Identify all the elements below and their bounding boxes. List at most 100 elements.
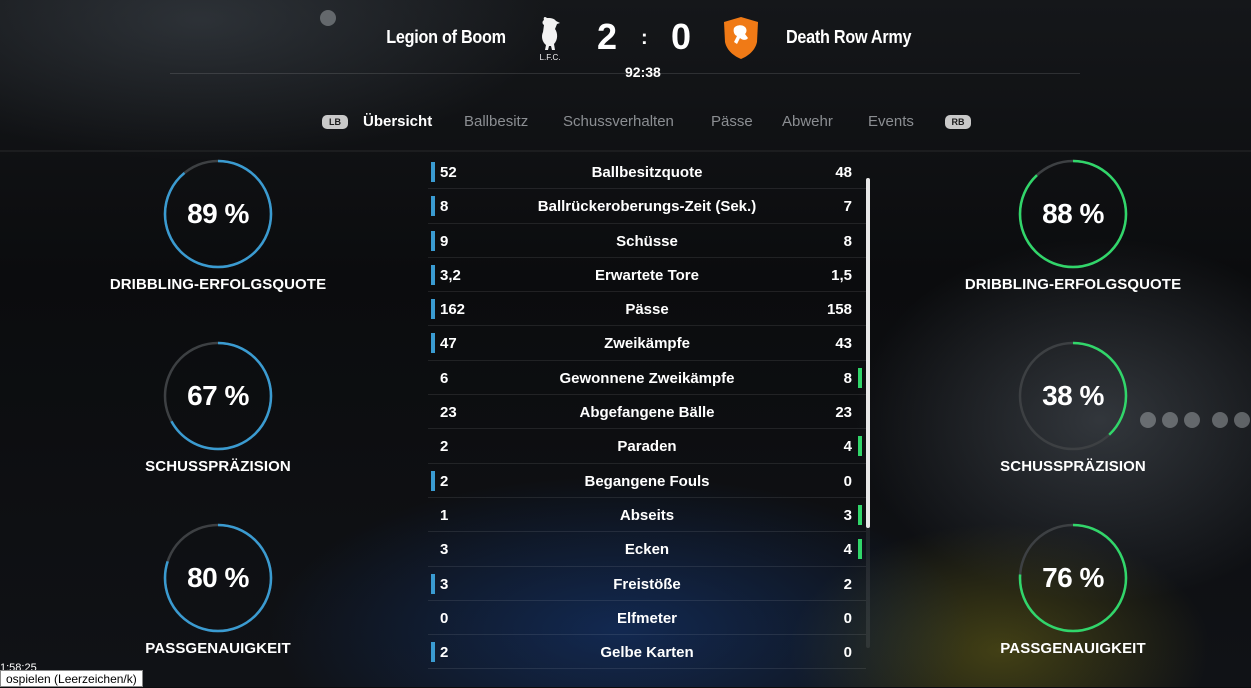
stat-name: Elfmeter xyxy=(616,609,678,627)
table-row: 3 Ecken 4 xyxy=(428,532,866,567)
ring-chart: 89 % xyxy=(163,159,273,269)
table-row: 0 Elfmeter 0 xyxy=(428,601,866,636)
home-value: 9 xyxy=(440,232,449,250)
tab-overview[interactable]: Übersicht xyxy=(363,113,432,130)
table-row: 23 Abgefangene Bälle 23 xyxy=(428,395,866,430)
home-team-name: Legion of Boom xyxy=(386,27,506,47)
away-value: 7 xyxy=(843,198,852,216)
ring-value: 38 % xyxy=(1042,380,1104,411)
svg-text:L.F.C.: L.F.C. xyxy=(540,53,561,62)
away-value: 3 xyxy=(843,506,852,524)
away-lead-marker xyxy=(858,539,862,560)
ring-label: DRIBBLING-ERFOLGSQUOTE xyxy=(109,276,327,293)
table-row: 47 Zweikämpfe 43 xyxy=(428,326,866,361)
home-lead-marker xyxy=(431,470,435,491)
stat-name: Schüsse xyxy=(616,232,678,250)
home-value: 52 xyxy=(440,164,457,181)
away-value: 0 xyxy=(843,644,852,662)
stat-name: Zweikämpfe xyxy=(604,335,690,353)
table-row: 162 Pässe 158 xyxy=(428,292,866,327)
home-value: 6 xyxy=(440,369,449,387)
ring-label: SCHUSSPRÄZISION xyxy=(1000,458,1146,475)
home-lead-marker xyxy=(431,333,435,354)
ring-label: SCHUSSPRÄZISION xyxy=(145,458,291,475)
table-row: 52 Ballbesitzquote 48 xyxy=(428,155,866,190)
ring-label: DRIBBLING-ERFOLGSQUOTE xyxy=(964,276,1182,293)
stat-name: Erwartete Tore xyxy=(595,266,699,284)
table-row: 8 Ballrückeroberungs-Zeit (Sek.) 7 xyxy=(428,189,866,224)
home-value: 23 xyxy=(440,404,457,422)
away-value: 2 xyxy=(843,575,852,593)
away-value: 8 xyxy=(843,369,852,387)
home-value: 2 xyxy=(440,472,449,490)
match-clock: 92:38 xyxy=(625,64,661,80)
home-lead-marker xyxy=(431,642,435,663)
away-value: 23 xyxy=(835,404,852,422)
ring-chart: 88 % xyxy=(1018,159,1128,269)
home-value: 2 xyxy=(440,644,449,662)
away-value: 48 xyxy=(835,164,852,181)
ring-label: PASSGENAUIGKEIT xyxy=(1000,640,1146,657)
stat-name: Ballbesitzquote xyxy=(591,164,703,181)
home-lead-marker xyxy=(431,264,435,285)
away-score: 0 xyxy=(671,16,692,57)
liverbird-crest-icon: L.F.C. xyxy=(540,16,561,62)
ring-value: 76 % xyxy=(1042,562,1104,593)
scrollbar-thumb[interactable] xyxy=(866,178,870,528)
stat-name: Pässe xyxy=(625,301,669,319)
left-bumper-icon[interactable]: LB xyxy=(322,115,348,129)
home-value: 1 xyxy=(440,506,449,524)
match-header: Legion of Boom L.F.C. 2 : 0 Death Row Ar… xyxy=(0,0,1251,90)
stat-name: Abgefangene Bälle xyxy=(579,404,715,422)
stat-name: Gelbe Karten xyxy=(600,644,694,662)
player-tooltip: ospielen (Leerzeichen/k) xyxy=(0,670,143,687)
table-row: 3,2 Erwartete Tore 1,5 xyxy=(428,258,866,293)
away-value: 4 xyxy=(843,438,852,456)
home-lead-marker xyxy=(431,573,435,594)
tab-defense[interactable]: Abwehr xyxy=(782,113,833,130)
away-lead-marker xyxy=(858,504,862,525)
home-value: 2 xyxy=(440,438,449,456)
tab-shooting[interactable]: Schussverhalten xyxy=(563,113,674,130)
home-value: 3 xyxy=(440,575,449,593)
score-separator: : xyxy=(641,27,648,49)
away-lead-marker xyxy=(858,436,862,457)
tab-events[interactable]: Events xyxy=(868,113,914,130)
table-row: 2 Gelbe Karten 0 xyxy=(428,635,866,670)
ring-value: 89 % xyxy=(187,198,249,229)
stat-name: Ballrückeroberungs-Zeit (Sek.) xyxy=(537,198,757,216)
away-value: 8 xyxy=(843,232,852,250)
stat-name: Abseits xyxy=(619,506,675,524)
away-lead-marker xyxy=(858,367,862,388)
home-lead-marker xyxy=(431,162,435,182)
home-value: 3 xyxy=(440,541,449,559)
ring-value: 80 % xyxy=(187,562,249,593)
home-value: 3,2 xyxy=(440,266,461,284)
stats-table[interactable]: 52 Ballbesitzquote 48 8 Ballrückeroberungs-… xyxy=(428,155,866,670)
background-stripe xyxy=(0,150,1251,152)
right-bumper-icon[interactable]: RB xyxy=(945,115,971,129)
ring-value: 88 % xyxy=(1042,198,1104,229)
ring-label: PASSGENAUIGKEIT xyxy=(145,640,291,657)
header-divider xyxy=(170,73,1080,74)
stat-name: Begangene Fouls xyxy=(584,472,710,490)
ring-chart: 80 % xyxy=(163,523,273,633)
away-value: 0 xyxy=(843,472,852,490)
stat-name: Paraden xyxy=(617,438,677,456)
table-row: 6 Gewonnene Zweikämpfe 8 xyxy=(428,361,866,396)
away-value: 43 xyxy=(835,335,852,353)
stats-tabs: LB Übersicht Ballbesitz Schussverhalten … xyxy=(0,113,1251,133)
ring-chart: 67 % xyxy=(163,341,273,451)
home-lead-marker xyxy=(431,196,435,217)
away-value: 1,5 xyxy=(831,266,852,284)
tab-passes[interactable]: Pässe xyxy=(711,113,753,130)
tab-possession[interactable]: Ballbesitz xyxy=(464,113,528,130)
home-value: 162 xyxy=(440,301,466,319)
away-team-name: Death Row Army xyxy=(786,27,912,47)
home-lead-marker xyxy=(431,299,435,320)
home-value: 47 xyxy=(440,335,457,353)
home-score: 2 xyxy=(597,16,618,57)
table-row: 1 Abseits 3 xyxy=(428,498,866,533)
away-value: 4 xyxy=(843,541,852,559)
table-row: 3 Freistöße 2 xyxy=(428,567,866,601)
